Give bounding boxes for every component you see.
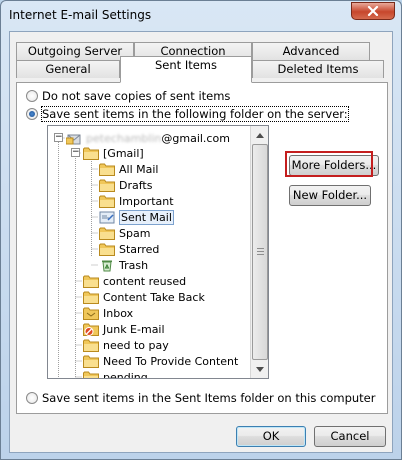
tab-label: Deleted Items [277, 62, 359, 76]
tree-item-need-to-provide-content[interactable]: Need To Provide Content [83, 353, 238, 369]
folder-icon [99, 163, 115, 176]
folder-icon [99, 195, 115, 208]
folder-icon [99, 179, 115, 192]
tree-item-account[interactable]: petechamblin@gmail.com [66, 130, 230, 146]
account-domain: @gmail.com [161, 131, 230, 145]
close-icon [367, 6, 379, 16]
save-on-computer-label: Save sent items in the Sent Items folder… [42, 391, 376, 405]
tree-label: [Gmail] [103, 146, 144, 160]
tree-label: pending [103, 370, 148, 379]
save-on-server-label: Save sent items in the following folder … [41, 106, 349, 122]
cancel-label: Cancel [330, 429, 370, 443]
tab-general[interactable]: General [16, 60, 120, 78]
tab-deleted-items[interactable]: Deleted Items [252, 60, 384, 78]
window-title: Internet E-mail Settings [9, 8, 152, 22]
folder-icon [83, 275, 99, 288]
folder-icon [83, 371, 99, 380]
junk-email-icon [83, 323, 99, 336]
scroll-down-arrow-icon [256, 366, 264, 372]
scroll-up-arrow-icon [256, 132, 264, 138]
do-not-save-option[interactable]: Do not save copies of sent items [26, 89, 230, 103]
dialog-client-area: Outgoing Server Connection Advanced Gene… [9, 31, 393, 453]
account-name-blurred: petechamblin [86, 131, 162, 145]
tree-label: Trash [119, 258, 149, 272]
folder-icon [99, 227, 115, 240]
tree-label: content reused [103, 274, 187, 288]
scroll-grip-icon [257, 248, 264, 249]
new-folder-label: New Folder... [292, 188, 368, 202]
tab-outgoing-server[interactable]: Outgoing Server [16, 42, 134, 60]
tree-item-all-mail[interactable]: All Mail [99, 161, 158, 177]
folder-icon [99, 243, 115, 256]
tree-item-need-to-pay[interactable]: need to pay [83, 337, 169, 353]
tree-label: Starred [119, 242, 160, 256]
tree-item-starred[interactable]: Starred [99, 241, 159, 257]
tree-label: Drafts [119, 178, 153, 192]
tab-label: Sent Items [155, 58, 217, 72]
mail-account-icon [66, 134, 81, 144]
cancel-button[interactable]: Cancel [314, 426, 386, 447]
tree-label: Sent Mail [119, 209, 174, 225]
tree-item-inbox[interactable]: Inbox [83, 305, 133, 321]
tree-item-content-take-back[interactable]: Content Take Back [83, 289, 205, 305]
sent-items-panel: Do not save copies of sent items Save se… [16, 82, 388, 414]
tree-item-drafts[interactable]: Drafts [99, 177, 152, 193]
tree-item-gmail[interactable]: [Gmail] [83, 145, 144, 161]
tab-sent-items[interactable]: Sent Items [120, 56, 252, 83]
tab-label: Outgoing Server [27, 44, 123, 58]
scroll-thumb[interactable] [252, 144, 268, 360]
scroll-grip-icon [257, 254, 264, 255]
save-on-server-option[interactable]: Save sent items in the following folder … [26, 106, 349, 122]
tab-label: Advanced [282, 44, 340, 58]
save-on-computer-radio[interactable] [26, 392, 38, 404]
collapse-gmail-expander[interactable]: − [71, 148, 80, 157]
tree-label: Content Take Back [103, 290, 205, 304]
trash-icon [102, 260, 112, 271]
tree-item-spam[interactable]: Spam [99, 225, 150, 241]
scroll-up-button[interactable] [252, 127, 268, 143]
tree-label: Important [119, 194, 174, 208]
folder-icon [83, 147, 99, 160]
inbox-icon [83, 307, 99, 320]
tree-label: Junk E-mail [103, 322, 165, 336]
tree-item-pending[interactable]: pending [83, 369, 148, 380]
tab-label: General [45, 62, 91, 76]
ok-button[interactable]: OK [236, 426, 306, 447]
tree-label-account: petechamblin@gmail.com [86, 132, 230, 145]
highlight-box [285, 151, 373, 177]
tree-item-sent-mail[interactable]: Sent Mail [99, 209, 174, 225]
do-not-save-radio[interactable] [26, 90, 38, 102]
folder-icon [83, 291, 99, 304]
close-button[interactable] [351, 2, 395, 20]
tree-item-content-reused[interactable]: content reused [83, 273, 186, 289]
tree-label: Spam [119, 226, 151, 240]
tree-item-important[interactable]: Important [99, 193, 174, 209]
tree-vertical-scrollbar[interactable] [250, 126, 268, 378]
save-on-server-radio[interactable] [26, 108, 38, 120]
ok-label: OK [262, 429, 280, 443]
new-folder-button[interactable]: New Folder... [289, 185, 371, 206]
tree-label: need to pay [103, 338, 169, 352]
do-not-save-label: Do not save copies of sent items [42, 89, 231, 103]
tree-label: Need To Provide Content [103, 354, 239, 368]
sent-mail-folder-icon [99, 211, 115, 223]
scroll-grip-icon [257, 251, 264, 252]
tree-label: All Mail [119, 162, 159, 176]
scroll-down-button[interactable] [252, 361, 268, 377]
save-on-computer-option[interactable]: Save sent items in the Sent Items folder… [26, 391, 375, 405]
tree-item-trash[interactable]: Trash [99, 257, 148, 273]
tree-label: Inbox [103, 306, 134, 320]
collapse-account-expander[interactable]: − [54, 133, 63, 142]
folder-tree[interactable]: − petechamblin@gmail.com − [Gmail] All M… [47, 125, 269, 379]
tree-item-junk-email[interactable]: Junk E-mail [83, 321, 165, 337]
folder-icon [83, 355, 99, 368]
folder-icon [83, 339, 99, 352]
tab-advanced[interactable]: Advanced [252, 42, 370, 60]
title-bar[interactable]: Internet E-mail Settings [1, 1, 401, 31]
dialog-window: Internet E-mail Settings Outgoing Server… [0, 0, 402, 460]
